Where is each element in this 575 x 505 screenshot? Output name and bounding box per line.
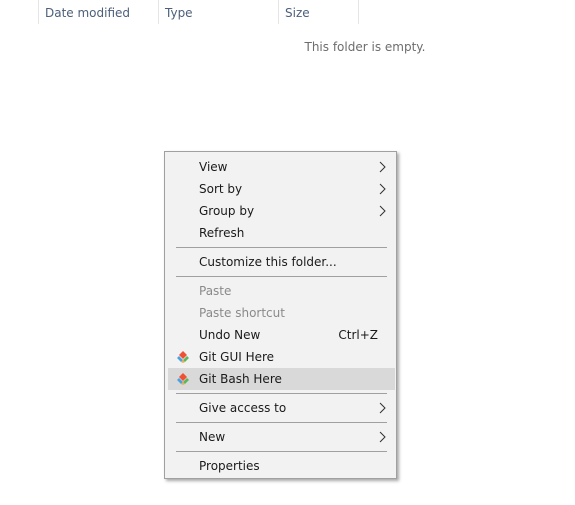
column-header-type[interactable]: Type xyxy=(158,0,279,24)
menu-item-new[interactable]: New xyxy=(168,426,395,448)
menu-item-git-bash[interactable]: Git Bash Here xyxy=(168,368,395,390)
menu-item-refresh[interactable]: Refresh xyxy=(168,222,395,244)
menu-item-label: Give access to xyxy=(199,401,287,415)
menu-item-group-by[interactable]: Group by xyxy=(168,200,395,222)
menu-item-view[interactable]: View xyxy=(168,156,395,178)
column-header-size[interactable]: Size xyxy=(278,0,359,24)
menu-item-undo-new[interactable]: Undo New Ctrl+Z xyxy=(168,324,395,346)
git-icon xyxy=(177,351,189,363)
chevron-right-icon xyxy=(379,183,386,195)
menu-separator xyxy=(176,393,387,394)
menu-item-label: Properties xyxy=(199,459,260,473)
menu-item-paste-shortcut: Paste shortcut xyxy=(168,302,395,324)
empty-folder-message: This folder is empty. xyxy=(304,40,426,54)
menu-item-label: Paste shortcut xyxy=(199,306,285,320)
menu-item-give-access[interactable]: Give access to xyxy=(168,397,395,419)
chevron-right-icon xyxy=(379,205,386,217)
keyboard-shortcut: Ctrl+Z xyxy=(338,328,378,342)
column-header-date-modified[interactable]: Date modified xyxy=(38,0,159,24)
git-icon xyxy=(177,373,189,385)
menu-item-label: Git GUI Here xyxy=(199,350,275,364)
menu-item-git-gui[interactable]: Git GUI Here xyxy=(168,346,395,368)
menu-item-sort-by[interactable]: Sort by xyxy=(168,178,395,200)
chevron-right-icon xyxy=(379,402,386,414)
chevron-right-icon xyxy=(379,161,386,173)
menu-item-customize-folder[interactable]: Customize this folder... xyxy=(168,251,395,273)
chevron-right-icon xyxy=(379,431,386,443)
menu-item-label: Customize this folder... xyxy=(199,255,337,269)
context-menu: View Sort by Group by Refresh Customize … xyxy=(164,151,397,479)
menu-item-label: Group by xyxy=(199,204,255,218)
column-header-bar: Date modified Type Size xyxy=(0,0,575,24)
menu-item-label: Refresh xyxy=(199,226,245,240)
menu-separator xyxy=(176,247,387,248)
menu-item-label: Sort by xyxy=(199,182,243,196)
menu-item-label: Git Bash Here xyxy=(199,372,282,386)
menu-item-label: New xyxy=(199,430,226,444)
menu-item-label: View xyxy=(199,160,228,174)
menu-item-label: Paste xyxy=(199,284,232,298)
menu-separator xyxy=(176,422,387,423)
menu-item-label: Undo New xyxy=(199,328,261,342)
menu-separator xyxy=(176,276,387,277)
menu-item-properties[interactable]: Properties xyxy=(168,455,395,477)
menu-item-paste: Paste xyxy=(168,280,395,302)
menu-separator xyxy=(176,451,387,452)
